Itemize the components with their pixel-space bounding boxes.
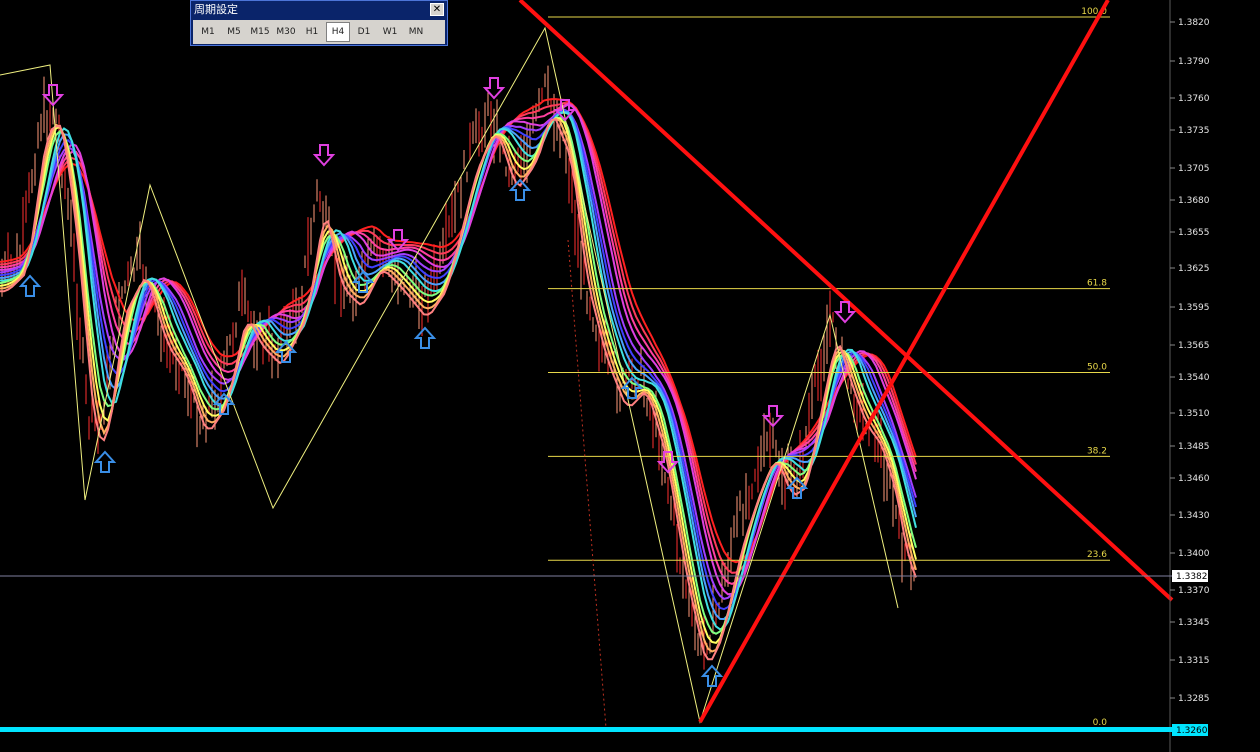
timeframe-toolbar: M1 M5 M15 M30 H1 H4 D1 W1 MN	[193, 20, 445, 44]
price-tick-label: 1.3625	[1178, 264, 1210, 274]
price-tick-label: 1.3510	[1178, 409, 1210, 419]
zigzag-polyline	[0, 26, 899, 724]
price-tick-label: 1.3540	[1178, 373, 1210, 383]
ma-ribbon-line	[0, 118, 917, 661]
timeframe-button-m15[interactable]: M15	[248, 22, 272, 42]
timeframe-button-w1[interactable]: W1	[378, 22, 402, 42]
up-arrow-icon	[413, 326, 437, 349]
candles	[1, 65, 915, 670]
resistance-trendline	[518, 0, 1174, 602]
price-tick-label: 1.3595	[1178, 303, 1210, 313]
fib-level-label: 50.0	[1087, 363, 1107, 373]
price-tick-label: 1.3655	[1178, 228, 1210, 238]
timeframe-button-d1[interactable]: D1	[352, 22, 376, 42]
price-tick-label: 1.3400	[1178, 549, 1210, 559]
timeframe-button-h4[interactable]: H4	[326, 22, 350, 42]
price-tick-label: 1.3760	[1178, 94, 1210, 104]
window-title: 周期設定	[194, 3, 238, 16]
price-tick-label: 1.3315	[1178, 656, 1210, 666]
price-tick-label: 1.3345	[1178, 618, 1210, 628]
bottom-price-bar	[0, 727, 1172, 732]
ma-ribbon-line	[0, 116, 917, 635]
timeframe-button-mn[interactable]: MN	[404, 22, 428, 42]
price-tick-label: 1.3680	[1178, 196, 1210, 206]
fib-level-label: 23.6	[1087, 550, 1107, 560]
fib-level-label: 61.8	[1087, 279, 1107, 289]
up-arrow-icon	[508, 178, 532, 201]
close-button[interactable]: ✕	[430, 3, 444, 16]
timeframe-button-m30[interactable]: M30	[274, 22, 298, 42]
up-arrow-icon	[18, 274, 42, 297]
price-tick-label: 1.3735	[1178, 126, 1210, 136]
current-price-value: 1.3382	[1176, 572, 1208, 582]
period-settings-window[interactable]: 周期設定 ✕ M1 M5 M15 M30 H1 H4 D1 W1 MN	[190, 0, 448, 46]
down-arrow-icon	[312, 144, 336, 167]
ma-ribbon-line	[0, 103, 917, 596]
fib-level-label: 38.2	[1087, 446, 1107, 456]
up-arrow-icon	[93, 450, 117, 473]
price-tick-label: 1.3285	[1178, 694, 1210, 704]
bottom-price-value: 1.3260	[1176, 726, 1208, 736]
price-axis: 1.3820 1.3790 1.3760 1.3735 1.3705 1.3680 1.36…	[0, 0, 1210, 752]
support-trendline	[698, 0, 1110, 723]
timeframe-button-m5[interactable]: M5	[222, 22, 246, 42]
ma-ribbon-line	[0, 117, 917, 645]
zigzag-line	[0, 26, 899, 724]
price-tick-label: 1.3820	[1178, 18, 1210, 28]
ma-ribbon-line	[0, 102, 917, 585]
fib-level-label: 0.0	[1093, 718, 1108, 728]
price-tick-label: 1.3485	[1178, 442, 1210, 452]
price-tick-label: 1.3430	[1178, 511, 1210, 521]
ma-ribbon-line	[0, 117, 917, 653]
price-tick-label: 1.3460	[1178, 474, 1210, 484]
price-chart[interactable]: 100.061.850.038.223.60.0 1.38201.37901.3…	[0, 0, 1260, 752]
price-tick-label: 1.3705	[1178, 164, 1210, 174]
price-tick-label: 1.3565	[1178, 341, 1210, 351]
timeframe-button-h1[interactable]: H1	[300, 22, 324, 42]
price-tick-label: 1.3370	[1178, 586, 1210, 596]
timeframe-button-m1[interactable]: M1	[196, 22, 220, 42]
price-tick-label: 1.3790	[1178, 57, 1210, 67]
